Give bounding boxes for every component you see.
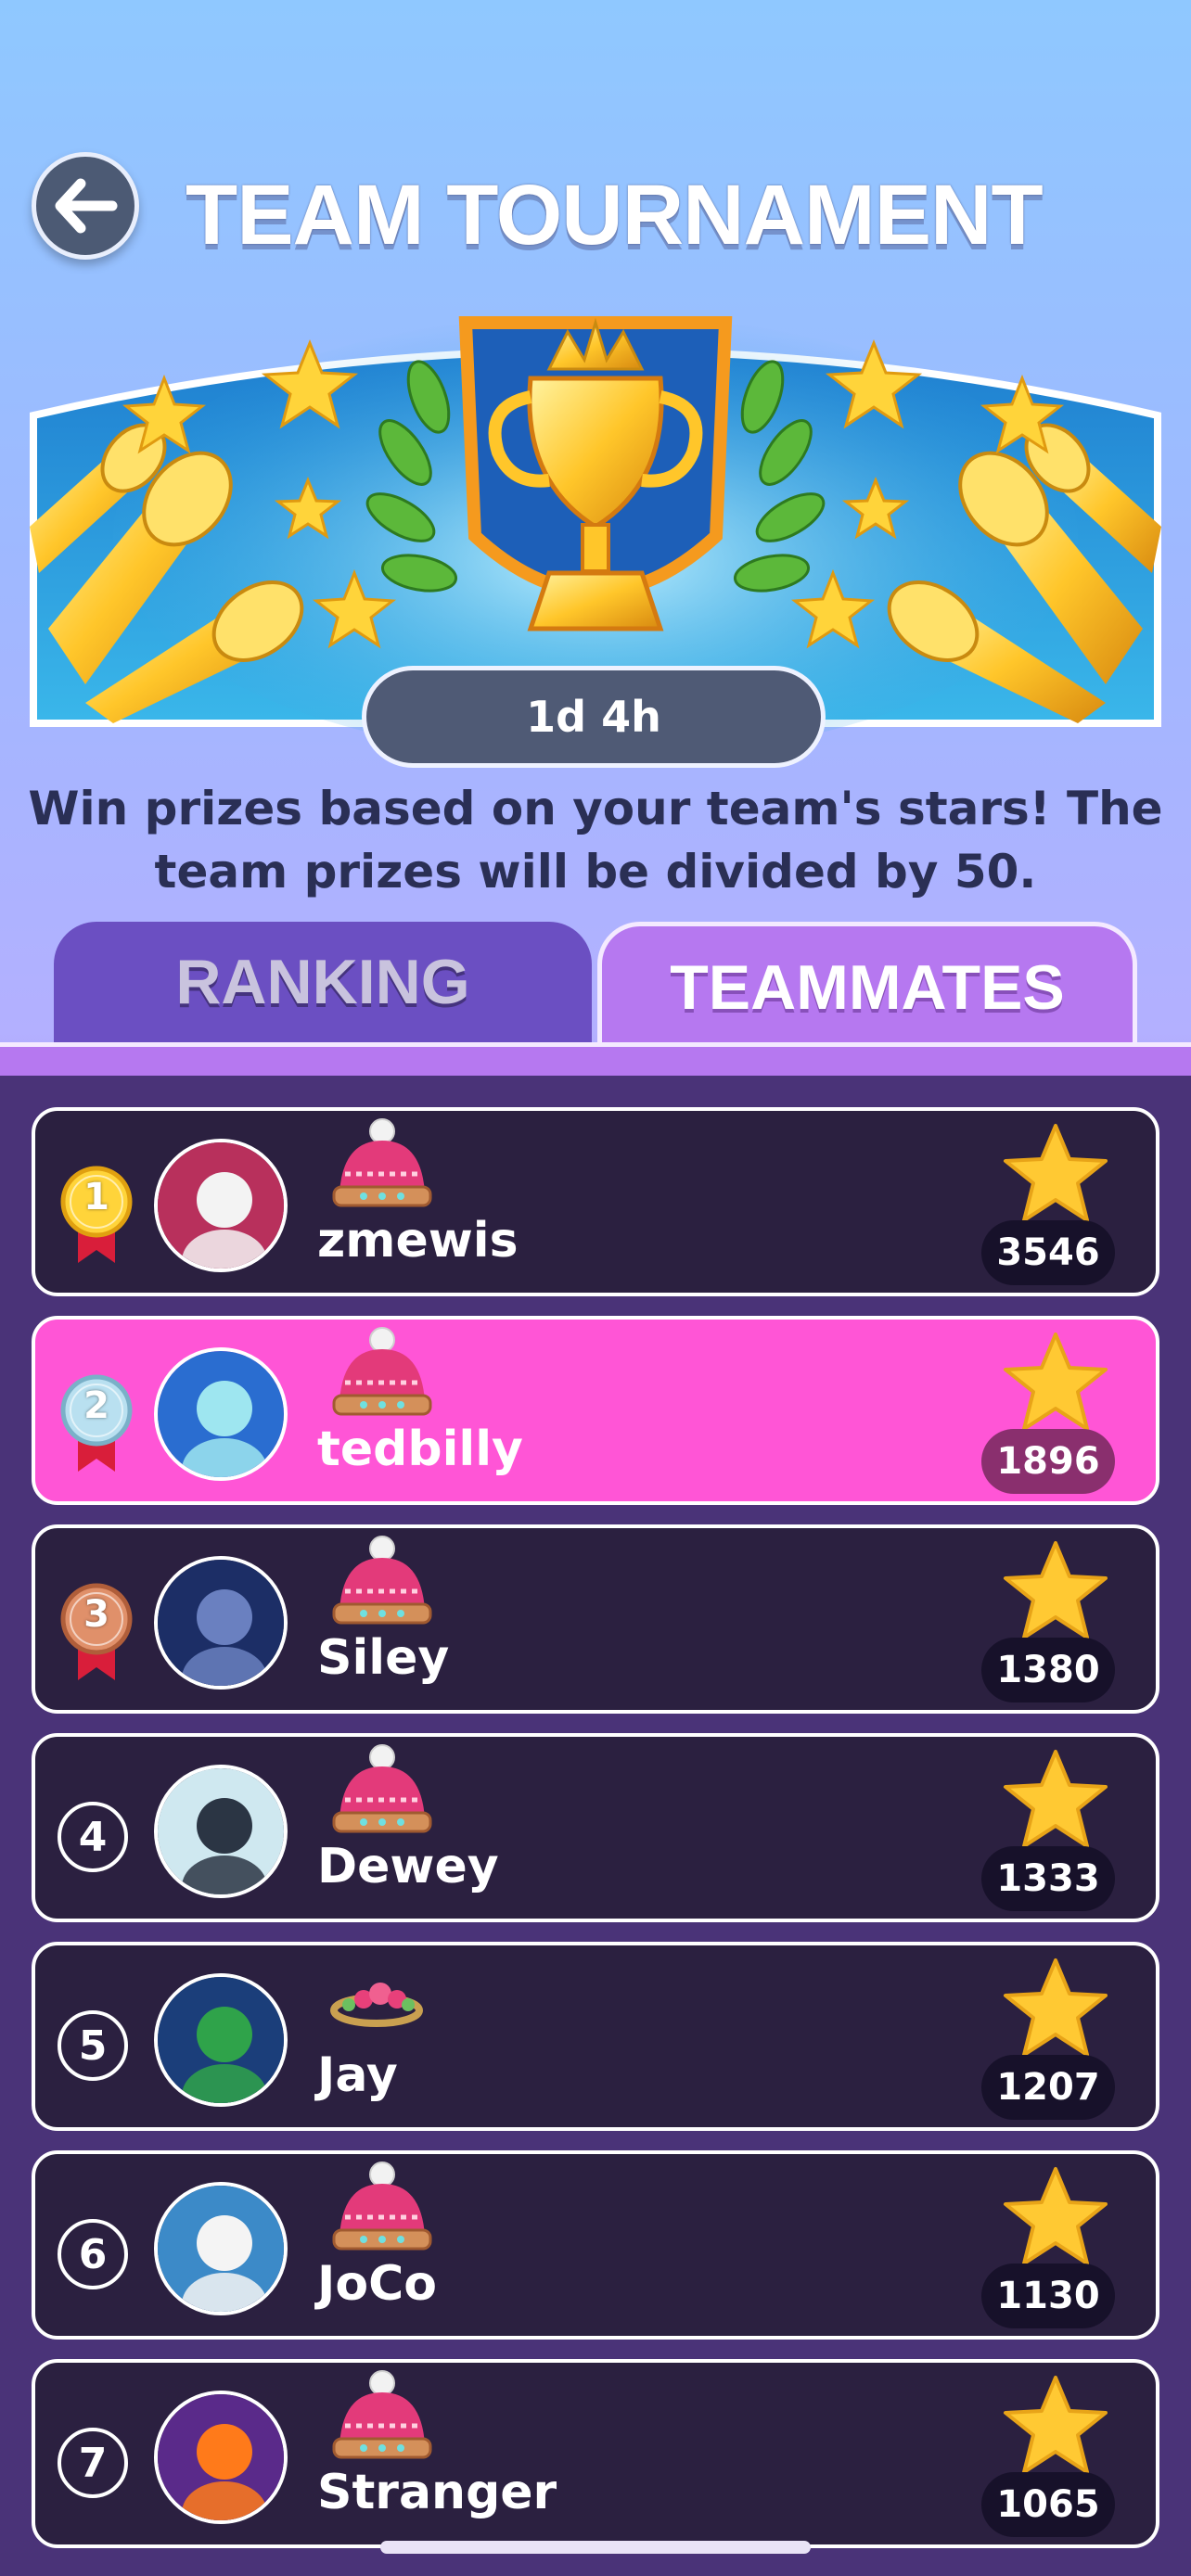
rank-number: 3: [83, 1593, 109, 1636]
avatar[interactable]: [154, 2182, 288, 2315]
teammate-name: JoCo: [317, 2256, 437, 2312]
star-score: 1207: [981, 2055, 1115, 2120]
rank-medal-icon: 2: [58, 1373, 135, 1475]
tab-teammates-label: TEAMMATES: [670, 951, 1065, 1023]
star-icon: [1004, 2376, 1108, 2474]
knit-hat-icon: [332, 1118, 432, 1207]
teammate-row[interactable]: 4 Dewey 1333: [32, 1733, 1159, 1922]
trophy-banner: [30, 313, 1161, 759]
star-icon: [1004, 1541, 1108, 1639]
knit-hat-icon: [332, 2162, 432, 2251]
tournament-timer: 1d 4h: [362, 666, 826, 768]
star-icon: [1004, 1333, 1108, 1431]
knit-hat-icon: [332, 1744, 432, 1833]
rank-number: 1: [83, 1176, 109, 1218]
star-score: 1896: [981, 1429, 1115, 1494]
avatar[interactable]: [154, 1347, 288, 1481]
teammate-name: Stranger: [317, 2465, 557, 2520]
rank-number: 2: [83, 1384, 109, 1427]
timer-text: 1d 4h: [526, 692, 661, 742]
star-score: 1065: [981, 2472, 1115, 2537]
rank-number: 4: [58, 1802, 128, 1872]
tab-teammates[interactable]: TEAMMATES: [597, 922, 1137, 1048]
knit-hat-icon: [332, 1536, 432, 1625]
knit-hat-icon: [332, 2370, 432, 2459]
star-score: 1333: [981, 1846, 1115, 1911]
teammate-row[interactable]: 2 tedbilly 1896: [32, 1316, 1159, 1505]
tab-ranking-label: RANKING: [175, 947, 470, 1017]
avatar[interactable]: [154, 1556, 288, 1690]
tab-ranking[interactable]: RANKING: [54, 922, 592, 1042]
teammate-row[interactable]: 1 zmewis 3546: [32, 1107, 1159, 1296]
star-icon: [1004, 2167, 1108, 2265]
page-title: TEAM TOURNAMENT: [186, 168, 1044, 262]
rank-medal-icon: 1: [58, 1165, 135, 1267]
star-icon: [1004, 1124, 1108, 1222]
avatar[interactable]: [154, 1765, 288, 1898]
star-score: 1130: [981, 2264, 1115, 2328]
home-indicator[interactable]: [380, 2541, 811, 2554]
teammate-name: zmewis: [317, 1213, 519, 1269]
avatar[interactable]: [154, 1139, 288, 1272]
teammate-name: Dewey: [317, 1839, 499, 1894]
arrow-left-icon: [55, 178, 118, 234]
star-icon: [1004, 1958, 1108, 2057]
teammate-name: Jay: [317, 2047, 398, 2103]
teammate-row[interactable]: 6 JoCo 1130: [32, 2150, 1159, 2340]
tournament-description: Win prizes based on your team's stars! T…: [28, 782, 1163, 899]
knit-hat-icon: [332, 1327, 432, 1416]
star-score: 3546: [981, 1220, 1115, 1285]
back-button[interactable]: [32, 152, 139, 260]
star-score: 1380: [981, 1638, 1115, 1702]
teammate-name: tedbilly: [317, 1422, 523, 1477]
rank-number: 7: [58, 2428, 128, 2498]
tab-bar: [0, 1042, 1191, 1076]
teammate-row[interactable]: 5 Jay 1207: [32, 1942, 1159, 2131]
avatar[interactable]: [154, 2391, 288, 2524]
rank-medal-icon: 3: [58, 1582, 135, 1684]
teammate-row[interactable]: 3 Siley 1380: [32, 1524, 1159, 1714]
star-icon: [1004, 1750, 1108, 1848]
flower-crown-icon: [330, 1983, 423, 2027]
teammate-row[interactable]: 7 Stranger 1065: [32, 2359, 1159, 2548]
rank-number: 6: [58, 2219, 128, 2289]
avatar[interactable]: [154, 1973, 288, 2107]
rank-number: 5: [58, 2010, 128, 2081]
teammate-name: Siley: [317, 1630, 450, 1686]
